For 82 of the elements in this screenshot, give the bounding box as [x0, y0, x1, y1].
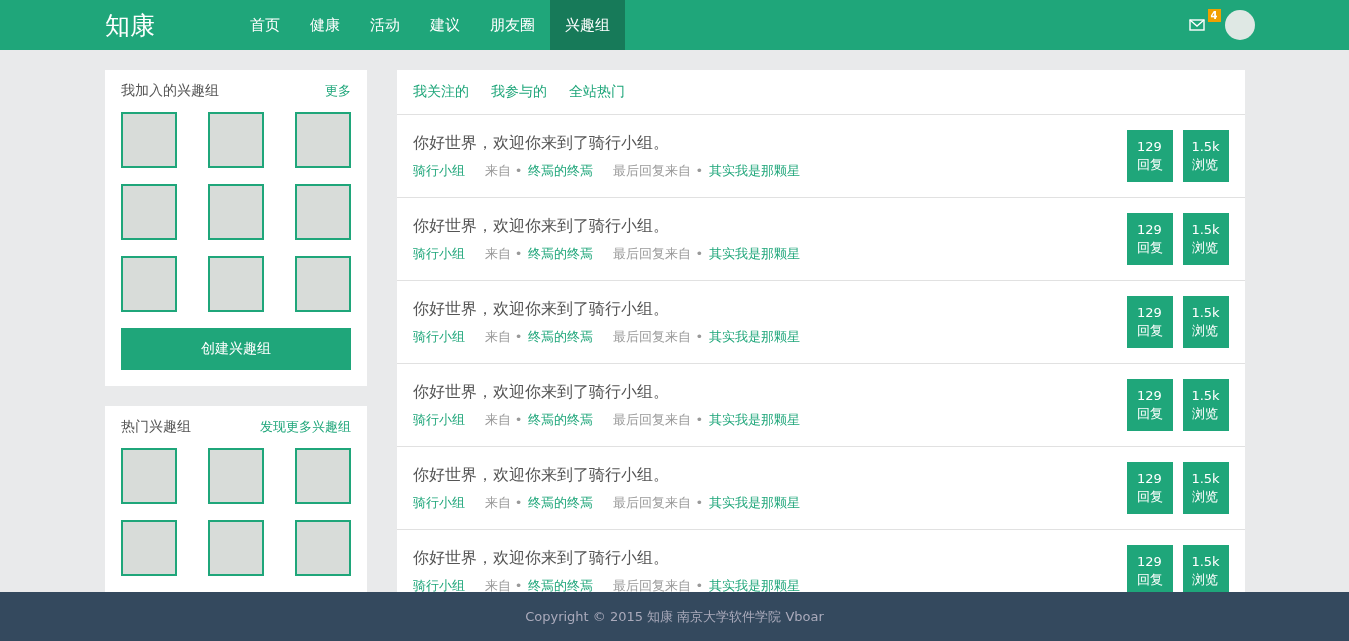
copyright-text: Copyright © 2015 知康 南京大学软件学院 Vboar [525, 607, 824, 626]
card-title: 热门兴趣组 [120, 418, 191, 436]
group-avatar[interactable] [120, 256, 177, 312]
post-title[interactable]: 你好世界，欢迎你来到了骑行小组。 [412, 547, 1127, 569]
author-link[interactable]: 终焉的终焉 [528, 493, 594, 512]
group-avatar[interactable] [207, 112, 264, 168]
reply-count: 129 回复 [1126, 296, 1173, 348]
filter-tab[interactable]: 我关注的 [412, 83, 469, 101]
group-avatar[interactable] [120, 520, 177, 576]
nav-link[interactable]: 活动 [354, 0, 415, 50]
view-count: 1.5k 浏览 [1182, 213, 1229, 265]
from-label: 来自 • [484, 244, 523, 263]
author-link[interactable]: 终焉的终焉 [528, 410, 594, 429]
group-avatar[interactable] [294, 448, 351, 504]
unread-badge: 4 [1207, 9, 1221, 22]
group-avatar[interactable] [294, 112, 351, 168]
reply-count: 129 回复 [1126, 462, 1173, 514]
view-count: 1.5k 浏览 [1182, 296, 1229, 348]
group-avatar[interactable] [207, 256, 264, 312]
view-count: 1.5k 浏览 [1182, 462, 1229, 514]
last-reply-label: 最后回复来自 • [613, 410, 704, 429]
group-link[interactable]: 骑行小组 [412, 493, 465, 512]
from-label: 来自 • [484, 327, 523, 346]
last-reply-label: 最后回复来自 • [613, 161, 704, 180]
group-avatar[interactable] [294, 256, 351, 312]
author-link[interactable]: 终焉的终焉 [528, 576, 594, 592]
last-reply-user-link[interactable]: 其实我是那颗星 [709, 244, 801, 263]
more-link[interactable]: 发现更多兴趣组 [259, 418, 351, 436]
last-reply-label: 最后回复来自 • [613, 576, 704, 592]
filter-tab[interactable]: 全站热门 [568, 83, 625, 101]
post-title[interactable]: 你好世界，欢迎你来到了骑行小组。 [412, 215, 1127, 237]
group-link[interactable]: 骑行小组 [412, 410, 465, 429]
nav-link[interactable]: 首页 [234, 0, 295, 50]
last-reply-user-link[interactable]: 其实我是那颗星 [709, 576, 801, 592]
post-title[interactable]: 你好世界，欢迎你来到了骑行小组。 [412, 464, 1127, 486]
last-reply-label: 最后回复来自 • [613, 327, 704, 346]
last-reply-label: 最后回复来自 • [613, 493, 704, 512]
from-label: 来自 • [484, 161, 523, 180]
post-title[interactable]: 你好世界，欢迎你来到了骑行小组。 [412, 298, 1127, 320]
last-reply-user-link[interactable]: 其实我是那颗星 [709, 161, 801, 180]
group-avatar[interactable] [207, 184, 264, 240]
card-title: 我加入的兴趣组 [120, 82, 219, 100]
view-count: 1.5k 浏览 [1182, 379, 1229, 431]
group-avatar[interactable] [294, 184, 351, 240]
group-avatar[interactable] [120, 112, 177, 168]
post-title[interactable]: 你好世界，欢迎你来到了骑行小组。 [412, 132, 1127, 154]
last-reply-user-link[interactable]: 其实我是那颗星 [709, 410, 801, 429]
view-count: 1.5k 浏览 [1182, 130, 1229, 182]
group-avatar[interactable] [207, 520, 264, 576]
group-avatar[interactable] [120, 448, 177, 504]
filter-tab[interactable]: 我参与的 [490, 83, 547, 101]
view-count: 1.5k 浏览 [1182, 545, 1229, 592]
author-link[interactable]: 终焉的终焉 [528, 327, 594, 346]
nav-link[interactable]: 健康 [294, 0, 355, 50]
post-title[interactable]: 你好世界，欢迎你来到了骑行小组。 [412, 381, 1127, 403]
last-reply-user-link[interactable]: 其实我是那颗星 [709, 493, 801, 512]
site-logo[interactable]: 知康 [104, 8, 235, 42]
reply-count: 129 回复 [1126, 130, 1173, 182]
author-link[interactable]: 终焉的终焉 [528, 161, 594, 180]
nav-link[interactable]: 朋友圈 [474, 0, 550, 50]
group-link[interactable]: 骑行小组 [412, 161, 465, 180]
last-reply-user-link[interactable]: 其实我是那颗星 [709, 327, 801, 346]
author-link[interactable]: 终焉的终焉 [528, 244, 594, 263]
last-reply-label: 最后回复来自 • [613, 244, 704, 263]
more-link[interactable]: 更多 [324, 82, 351, 100]
reply-count: 129 回复 [1126, 379, 1173, 431]
reply-count: 129 回复 [1126, 545, 1173, 592]
group-link[interactable]: 骑行小组 [412, 576, 465, 592]
from-label: 来自 • [484, 410, 523, 429]
nav-link[interactable]: 建议 [414, 0, 475, 50]
group-link[interactable]: 骑行小组 [412, 244, 465, 263]
nav-link[interactable]: 兴趣组 [549, 0, 625, 50]
group-avatar[interactable] [120, 184, 177, 240]
group-link[interactable]: 骑行小组 [412, 327, 465, 346]
reply-count: 129 回复 [1126, 213, 1173, 265]
create-group-button[interactable]: 创建兴趣组 [120, 328, 351, 370]
user-avatar[interactable] [1224, 10, 1255, 40]
from-label: 来自 • [484, 576, 523, 592]
group-avatar[interactable] [207, 448, 264, 504]
group-avatar[interactable] [294, 520, 351, 576]
from-label: 来自 • [484, 493, 523, 512]
mail-icon [1188, 19, 1205, 31]
